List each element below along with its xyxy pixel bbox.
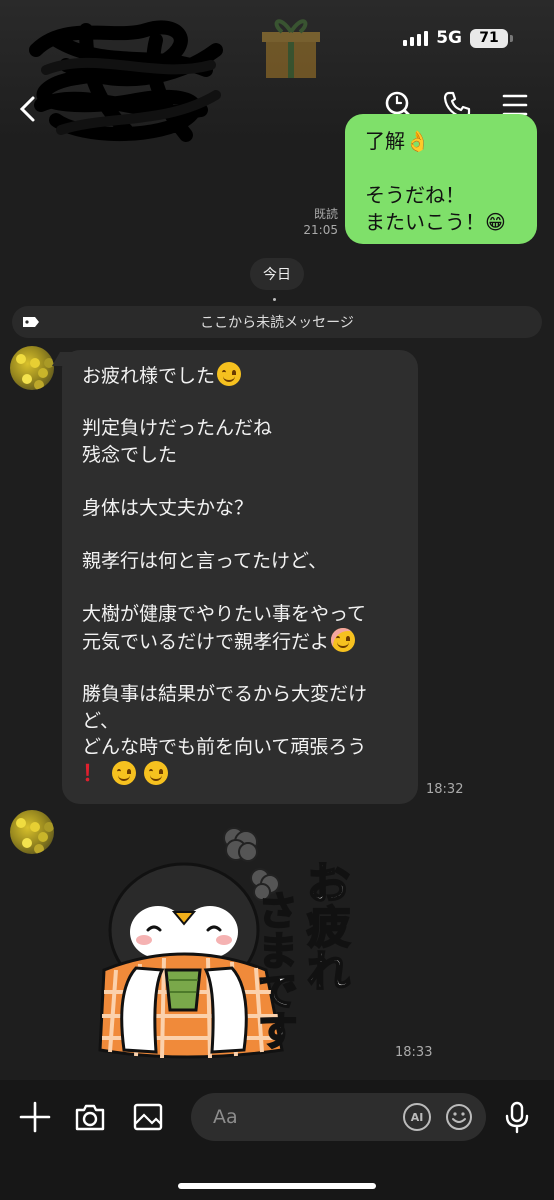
signal-strength-icon xyxy=(403,30,429,46)
date-separator: 今日 xyxy=(250,258,304,290)
message-line: どんな時でも前を向いて頑張ろう xyxy=(82,736,367,759)
emoji-icon[interactable] xyxy=(445,1103,473,1131)
message-line xyxy=(82,655,418,682)
gift-decoration-icon xyxy=(262,19,320,78)
message-line xyxy=(82,468,418,495)
read-receipt: 既読 21:05 xyxy=(300,206,338,238)
message-line: 判定負けだったんだね xyxy=(82,417,273,440)
sticker-text: お疲れ xyxy=(299,860,351,992)
image-icon[interactable] xyxy=(131,1100,165,1134)
read-label: 既読 xyxy=(313,207,338,221)
camera-icon[interactable] xyxy=(73,1100,107,1134)
home-indicator xyxy=(178,1183,376,1189)
penguin-sticker[interactable]: お疲れ さまです xyxy=(96,820,396,1065)
sent-message-bubble[interactable]: 了解👌 そうだね！ またいこう！😁 xyxy=(345,114,537,244)
smiling-face-icon xyxy=(112,760,137,785)
avatar[interactable] xyxy=(10,810,54,854)
message-line: 大樹が健康でやりたい事をやって xyxy=(82,603,367,626)
received-time: 18:32 xyxy=(426,782,464,797)
network-type: 5G xyxy=(436,28,462,48)
message-line: お疲れ様でした xyxy=(82,362,418,389)
message-line: 勝負事は結果がでるから大変だけ xyxy=(82,683,368,706)
message-line: 身体は大丈夫かな？ xyxy=(82,496,254,519)
unread-divider: ここから未読メッセージ xyxy=(12,306,542,338)
microphone-icon[interactable] xyxy=(500,1100,534,1134)
message-line xyxy=(82,575,418,602)
plus-icon[interactable] xyxy=(18,1100,52,1134)
message-line: 残念でした xyxy=(82,443,178,466)
message-line: ど、 xyxy=(82,709,120,732)
sticker-text: さまです xyxy=(251,890,297,1050)
message-input[interactable]: Aa AI xyxy=(191,1093,486,1141)
tag-icon xyxy=(23,317,39,327)
message-line: 親孝行は何と言ってたけど、 xyxy=(82,550,328,573)
sticker-time: 18:33 xyxy=(395,1045,433,1060)
message-line xyxy=(82,522,418,549)
message-line: 元気でいるだけで親孝行だよ xyxy=(82,627,418,655)
redacted-contact-name xyxy=(29,20,223,142)
message-line: ！ xyxy=(82,760,418,788)
unread-label: ここから未読メッセージ xyxy=(200,315,354,331)
battery-indicator: 71 xyxy=(470,28,513,48)
smiling-face-icon xyxy=(217,362,242,386)
input-placeholder: Aa xyxy=(213,1106,238,1128)
sent-time: 21:05 xyxy=(303,223,338,237)
separator-dot xyxy=(273,298,276,301)
received-message-bubble[interactable]: お疲れ様でした 判定負けだったんだね 残念でした 身体は大丈夫かな？ 親孝行は何… xyxy=(62,350,418,804)
message-line xyxy=(82,389,418,416)
relieved-face-icon xyxy=(331,627,356,652)
avatar[interactable] xyxy=(10,346,54,390)
ai-button[interactable]: AI xyxy=(403,1103,431,1131)
exclamation-mark-icon: ！ xyxy=(82,761,105,787)
status-bar: 5G 71 xyxy=(403,28,513,48)
smiling-face-icon xyxy=(144,760,169,785)
